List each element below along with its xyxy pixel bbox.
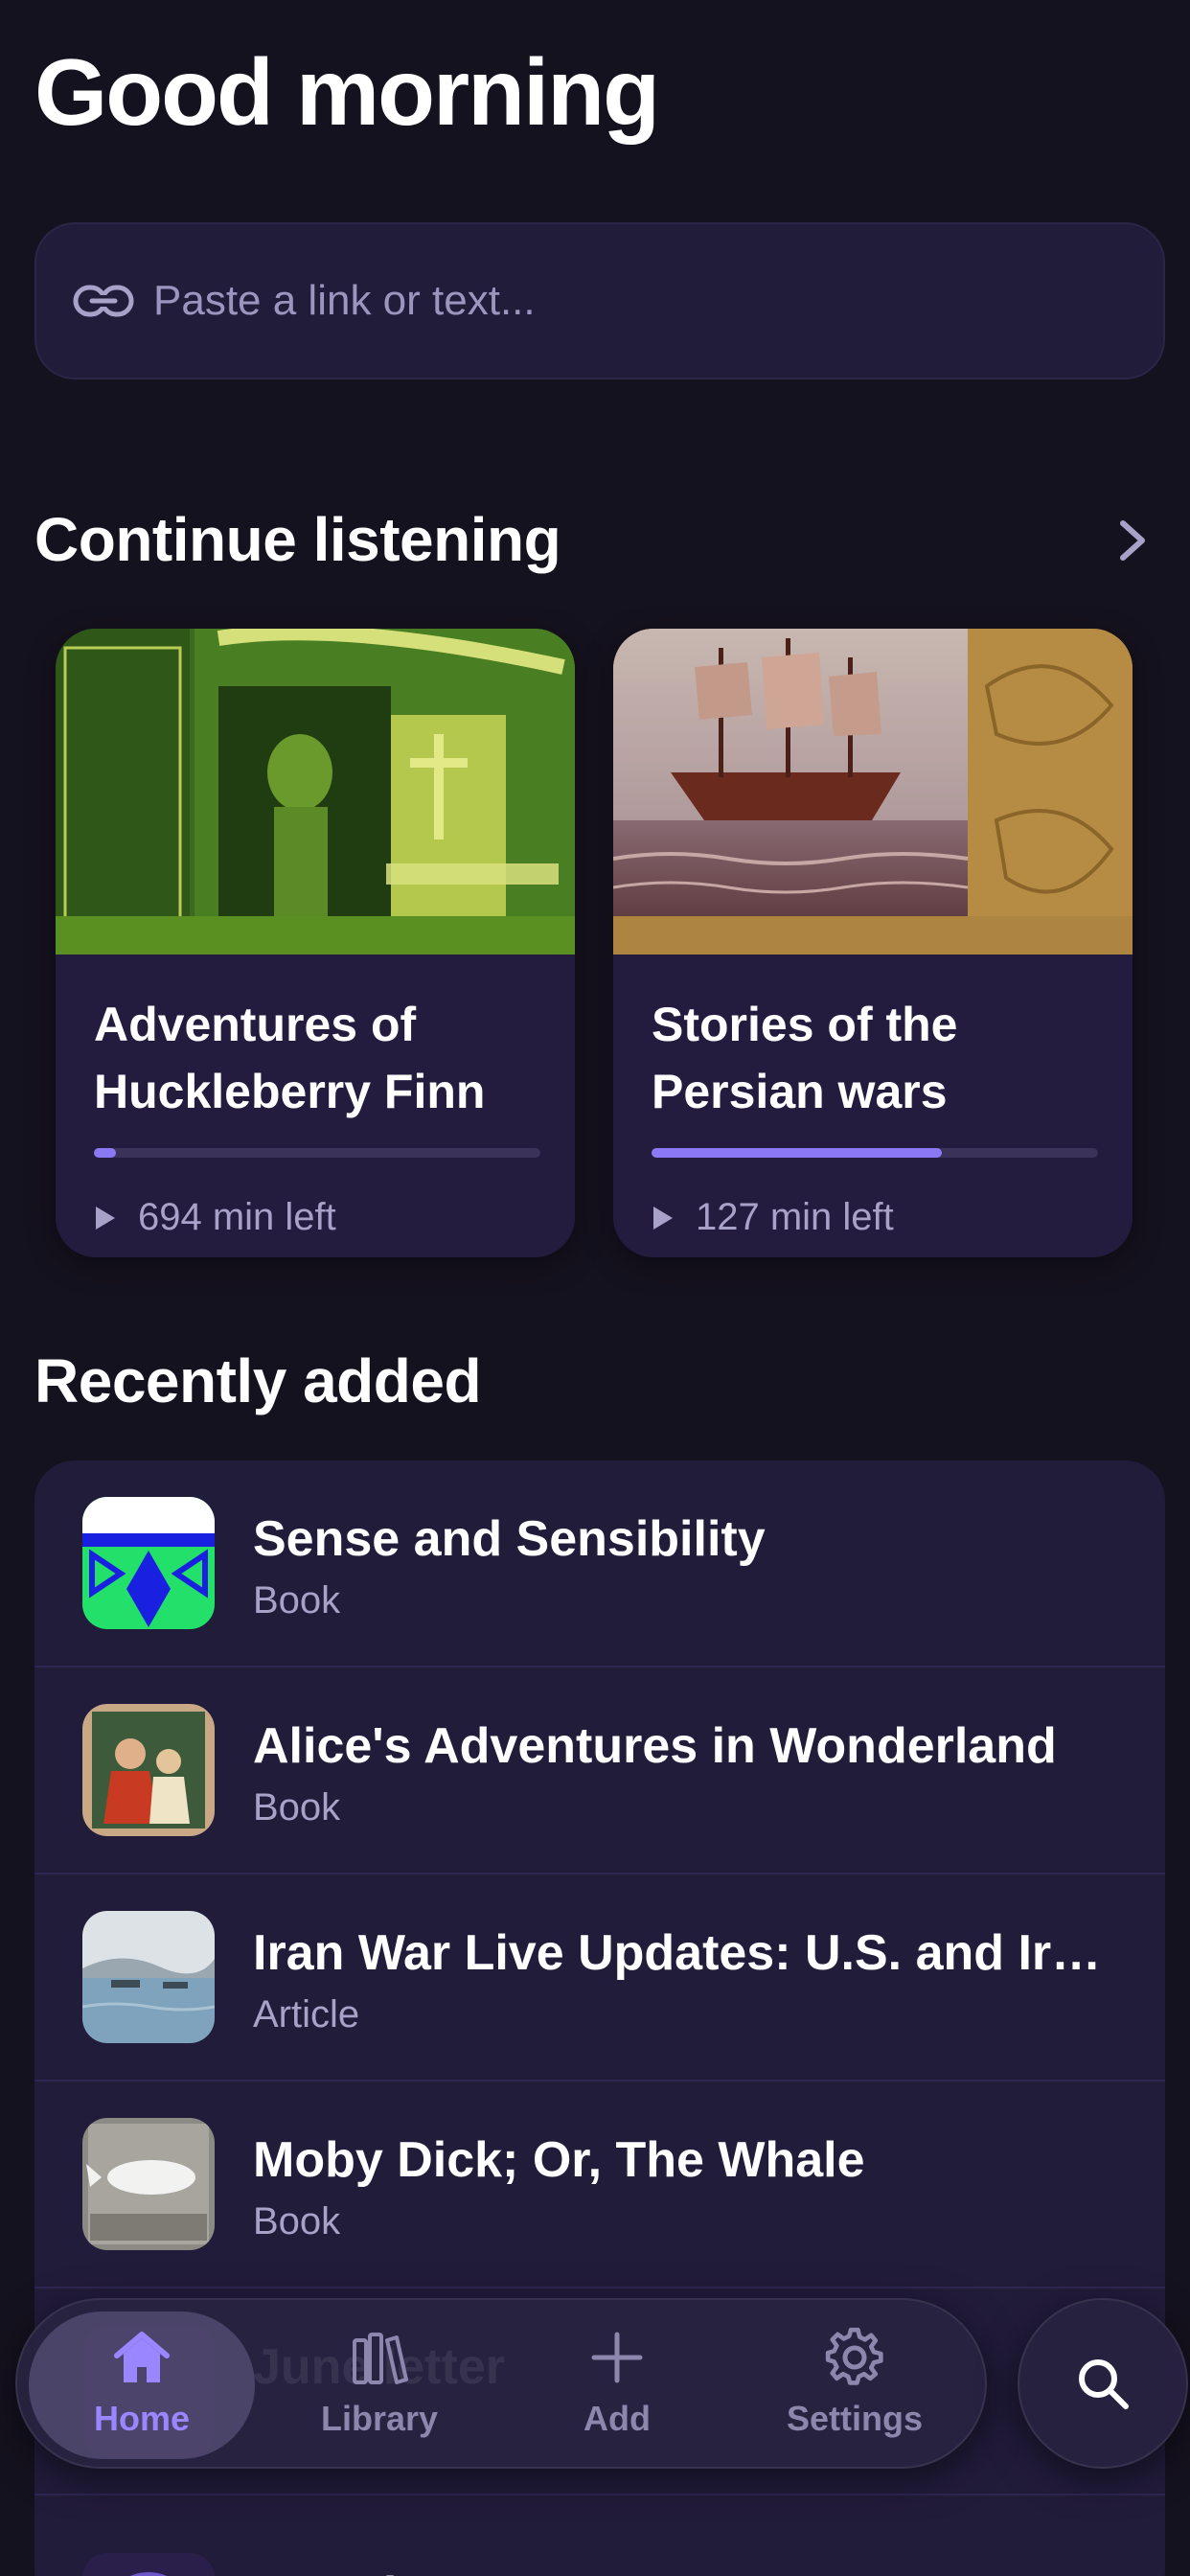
card-title: Stories of the Persian wars xyxy=(652,998,958,1118)
continue-listening-title: Continue listening xyxy=(34,505,561,574)
gear-icon xyxy=(825,2327,883,2385)
paste-input-box[interactable] xyxy=(34,222,1165,380)
progress-bar xyxy=(94,1148,540,1158)
tab-bar: Home Library Add Settings xyxy=(15,2298,987,2469)
tab-label: Settings xyxy=(786,2399,923,2438)
card-meta: 694 min left xyxy=(94,1196,336,1239)
item-type: Article xyxy=(253,1993,360,2036)
tab-label: Home xyxy=(93,2399,191,2438)
item-title: Iran War Live Updates: U.S. and Ira... xyxy=(253,1925,1115,1981)
item-type: Book xyxy=(253,1786,341,1828)
item-title: Sense and Sensibility xyxy=(253,1511,766,1567)
chevron-right-icon[interactable] xyxy=(1113,518,1152,564)
library-icon xyxy=(353,2333,408,2384)
recently-added-title: Recently added xyxy=(34,1346,482,1415)
play-icon xyxy=(96,1206,115,1230)
list-item[interactable]: June letter xyxy=(34,2496,1165,2576)
tab-settings[interactable]: Settings xyxy=(742,2312,968,2459)
tab-home[interactable]: Home xyxy=(29,2312,255,2459)
plus-icon xyxy=(591,2332,643,2383)
tab-label: Library xyxy=(320,2399,439,2438)
item-type: Book xyxy=(253,1579,341,1622)
progress-fill xyxy=(652,1148,942,1158)
card-meta: 127 min left xyxy=(652,1196,894,1239)
progress-bar xyxy=(652,1148,1098,1158)
item-thumbnail xyxy=(82,2553,215,2576)
item-title: Alice's Adventures in Wonderland xyxy=(253,1718,1057,1774)
book-cover-image xyxy=(56,629,575,954)
list-item[interactable]: Sense and Sensibility Book xyxy=(34,1460,1165,1668)
list-item[interactable]: Iran War Live Updates: U.S. and Ira... A… xyxy=(34,1874,1165,2082)
progress-fill xyxy=(94,1148,117,1158)
continue-card[interactable]: Stories of the Persian wars 127 min left xyxy=(613,629,1133,1257)
item-title: Moby Dick; Or, The Whale xyxy=(253,2132,865,2188)
item-title: June letter xyxy=(253,2566,1115,2576)
tab-label: Add xyxy=(584,2399,651,2438)
home-icon xyxy=(114,2332,170,2382)
item-thumbnail xyxy=(82,1911,215,2043)
link-icon xyxy=(73,285,134,317)
paste-input[interactable] xyxy=(153,277,1111,325)
item-type: Book xyxy=(253,2200,341,2242)
search-icon xyxy=(1079,2359,1129,2409)
play-icon xyxy=(653,1206,673,1230)
continue-card[interactable]: Adventures of Huckleberry Finn 694 min l… xyxy=(56,629,575,1257)
time-left: 694 min left xyxy=(138,1196,336,1238)
item-thumbnail xyxy=(82,2118,215,2250)
tab-library[interactable]: Library xyxy=(266,2312,492,2459)
book-cover-image xyxy=(613,629,1133,954)
list-item[interactable]: Moby Dick; Or, The Whale Book xyxy=(34,2082,1165,2288)
card-title: Adventures of Huckleberry Finn xyxy=(94,998,486,1118)
item-thumbnail xyxy=(82,1497,215,1629)
page-title: Good morning xyxy=(34,39,660,145)
item-thumbnail xyxy=(82,1704,215,1836)
tab-add[interactable]: Add xyxy=(504,2312,730,2459)
search-button[interactable] xyxy=(1018,2298,1188,2469)
list-item[interactable]: Alice's Adventures in Wonderland Book xyxy=(34,1668,1165,1874)
time-left: 127 min left xyxy=(696,1196,894,1238)
